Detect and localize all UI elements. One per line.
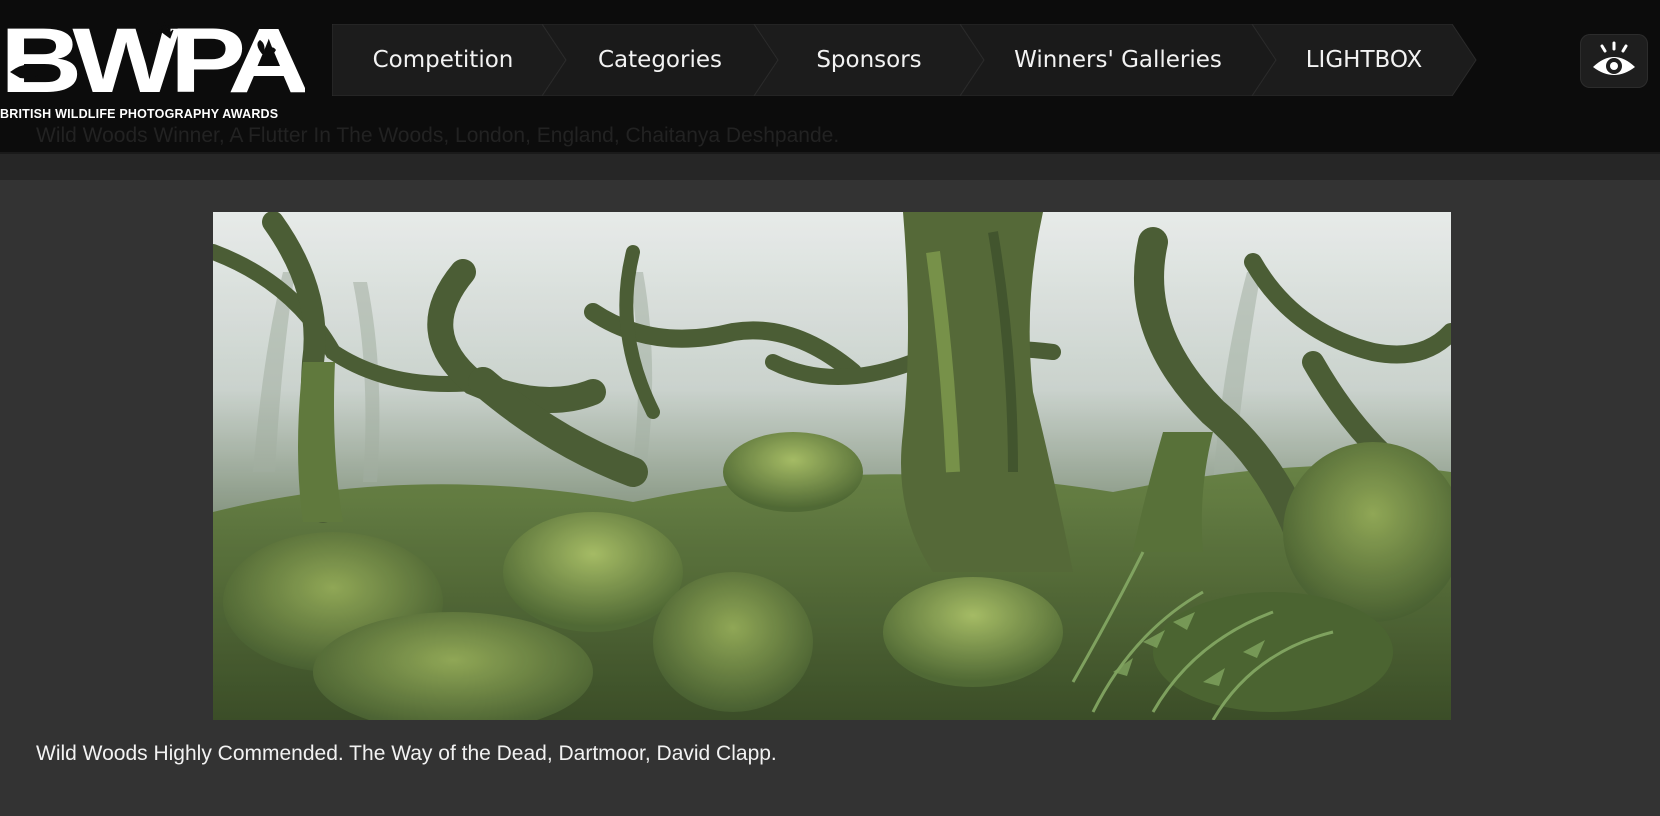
woodland-photo-image bbox=[213, 212, 1451, 720]
logo-subtitle: BRITISH WILDLIFE PHOTOGRAPHY AWARDS bbox=[0, 107, 279, 121]
nav-categories[interactable]: Categories bbox=[554, 24, 766, 96]
nav-winners-galleries[interactable]: Winners' Galleries bbox=[972, 24, 1264, 96]
gallery-caption: Wild Woods Highly Commended. The Way of … bbox=[36, 742, 777, 765]
nav-lightbox[interactable]: LIGHTBOX bbox=[1264, 24, 1464, 96]
nav-sponsors[interactable]: Sponsors bbox=[766, 24, 972, 96]
nav-competition[interactable]: Competition bbox=[332, 24, 554, 96]
site-logo[interactable]: BWPA BRITISH WILDLIFE PHOTOGRAPHY AWARDS bbox=[0, 20, 305, 130]
main-nav: Competition Categories Sponsors Winners'… bbox=[332, 24, 1482, 96]
header-divider bbox=[0, 152, 1660, 180]
bwpa-logo-mark: BWPA bbox=[0, 20, 305, 98]
lightbox-eye-button[interactable] bbox=[1580, 34, 1648, 88]
gallery-photo[interactable] bbox=[213, 212, 1451, 720]
eye-icon bbox=[1593, 41, 1635, 75]
